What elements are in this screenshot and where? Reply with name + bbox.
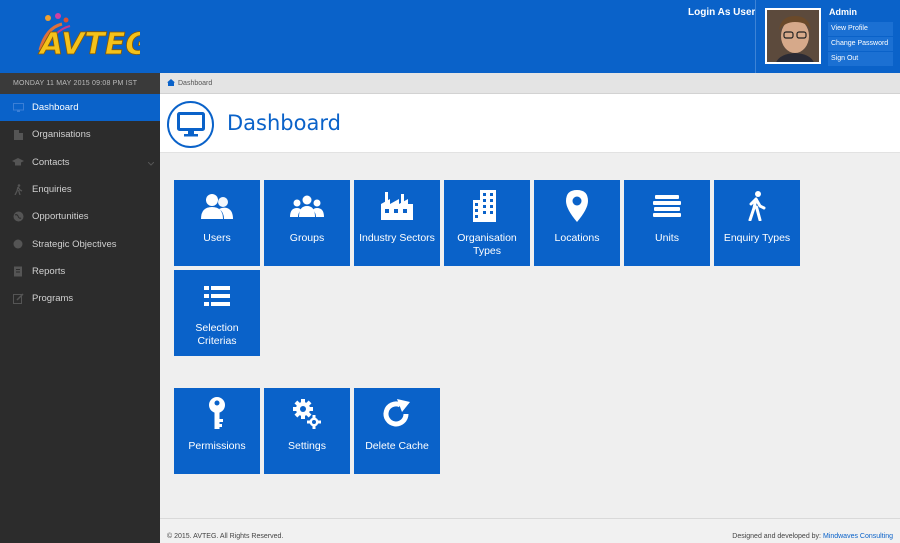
developer-link[interactable]: Mindwaves Consulting [823,533,893,540]
tile-label: Units [655,232,679,244]
monitor-icon [12,102,24,113]
sidebar-item-label: Programs [32,293,74,305]
sidebar-item-opportunities[interactable]: Opportunities [0,203,160,230]
list-icon [174,280,260,312]
monitor-icon [167,101,214,148]
building-icon [444,190,530,222]
tile-label: Settings [288,440,326,452]
change-password-link[interactable]: Change Password [828,37,893,51]
graduation-cap-icon [12,157,24,168]
login-as-user-link[interactable]: Login As User [688,7,755,18]
credits: Designed and developed by: Mindwaves Con… [732,533,893,540]
sidebar-item-label: Contacts [32,156,70,168]
sign-out-link[interactable]: Sign Out [828,52,893,66]
tile-locations[interactable]: Locations [534,180,620,266]
dashboard-content: Users Groups Industry Sectors Organisati… [160,153,900,518]
tile-label: Locations [554,232,600,244]
home-icon[interactable] [167,78,175,88]
tile-settings[interactable]: Settings [264,388,350,474]
tile-label: Industry Sectors [359,232,435,244]
tile-label: Groups [289,232,325,244]
breadcrumb-current[interactable]: Dashboard [178,80,212,87]
walking-person-icon [714,190,800,222]
walking-person-icon [12,184,24,196]
sidebar-item-programs[interactable]: Programs [0,285,160,312]
tile-selection-criterias[interactable]: Selection Criterias [174,270,260,356]
footer: © 2015. AVTEG. All Rights Reserved. Desi… [160,518,900,543]
sidebar-item-label: Strategic Objectives [32,238,117,250]
tile-label: Organisation Types [457,232,517,257]
sidebar-item-strategic-objectives[interactable]: Strategic Objectives [0,230,160,257]
circle-icon [12,239,24,250]
sidebar-item-enquiries[interactable]: Enquiries [0,176,160,203]
tile-label: Enquiry Types [723,232,791,244]
tile-delete-cache[interactable]: Delete Cache [354,388,440,474]
date-display: MONDAY 11 MAY 2015 09:08 PM IST [0,73,160,94]
sidebar-item-organisations[interactable]: Organisations [0,121,160,148]
sidebar-item-label: Enquiries [32,184,72,196]
page-header: Dashboard [160,94,900,153]
avteg-logo[interactable]: AVTEG [36,10,150,62]
top-header: AVTEG Login As User Admin View Profile C… [0,0,900,73]
copyright-text: © 2015. AVTEG. All Rights Reserved. [167,533,284,540]
sidebar-item-contacts[interactable]: Contacts [0,149,160,176]
sidebar-item-dashboard[interactable]: Dashboard [0,94,160,122]
cogs-icon [264,398,350,430]
tile-groups[interactable]: Groups [264,180,350,266]
globe-icon [12,211,24,222]
factory-icon [354,190,440,222]
sidebar-item-label: Opportunities [32,211,89,223]
report-icon [12,266,24,277]
view-profile-link[interactable]: View Profile [828,22,893,36]
tile-industry-sectors[interactable]: Industry Sectors [354,180,440,266]
stack-icon [624,190,710,222]
tile-label: Selection Criterias [195,322,239,347]
svg-text:AVTEG: AVTEG [38,27,140,62]
tile-enquiry-types[interactable]: Enquiry Types [714,180,800,266]
tile-label: Permissions [188,440,246,452]
tile-label: Users [203,232,231,244]
sidebar-item-label: Organisations [32,129,91,141]
tile-permissions[interactable]: Permissions [174,388,260,474]
sidebar-item-label: Reports [32,265,66,277]
avatar[interactable] [765,8,821,64]
sidebar-item-label: Dashboard [32,102,79,114]
sidebar: MONDAY 11 MAY 2015 09:08 PM IST Dashboar… [0,73,160,543]
map-marker-icon [534,190,620,222]
sidebar-item-reports[interactable]: Reports [0,258,160,285]
tile-organisation-types[interactable]: Organisation Types [444,180,530,266]
users-icon [174,190,260,222]
tile-units[interactable]: Units [624,180,710,266]
breadcrumb: Dashboard [160,73,900,94]
chevron-down-icon [147,158,155,169]
refresh-icon [354,398,440,430]
admin-name: Admin [829,7,857,17]
edit-icon [12,293,24,305]
building-icon [12,129,24,141]
groups-icon [264,190,350,222]
user-panel: Admin View Profile Change Password Sign … [755,0,900,73]
credits-prefix: Designed and developed by: [732,533,821,540]
user-menu: View Profile Change Password Sign Out [828,22,893,67]
tile-users[interactable]: Users [174,180,260,266]
key-icon [174,397,260,430]
tile-label: Delete Cache [365,440,429,452]
page-title: Dashboard [227,111,341,135]
